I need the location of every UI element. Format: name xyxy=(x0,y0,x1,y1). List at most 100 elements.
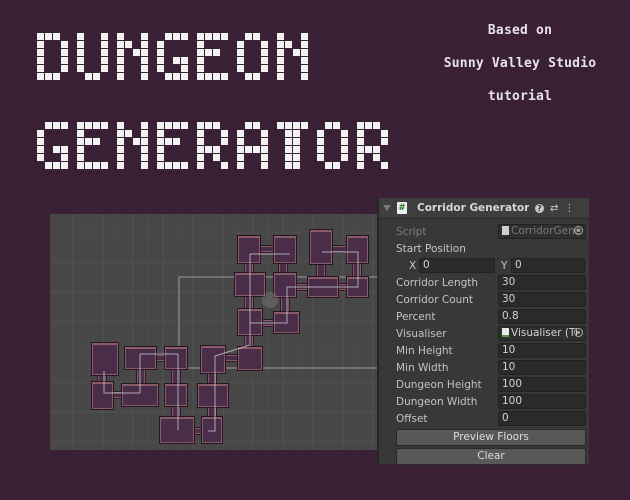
title-letter-d xyxy=(37,33,68,80)
field-row: Dungeon Height 100 xyxy=(379,376,589,393)
title-pixel xyxy=(181,33,188,40)
title-pixel xyxy=(45,122,52,129)
field-row: Min Height 10 xyxy=(379,342,589,359)
title-pixel xyxy=(37,130,44,137)
title-pixel xyxy=(277,73,284,80)
subtitle-line-3: tutorial xyxy=(487,89,553,104)
title-pixel xyxy=(237,138,244,145)
title-pixel xyxy=(213,73,220,80)
title-pixel xyxy=(77,33,84,40)
start-y-input[interactable]: 0 xyxy=(511,258,585,273)
title-pixel xyxy=(181,65,188,72)
title-pixel xyxy=(261,65,268,72)
title-pixel xyxy=(77,130,84,137)
title-pixel xyxy=(197,130,204,137)
title-pixel xyxy=(85,162,92,169)
min-height-input[interactable]: 10 xyxy=(498,343,586,358)
title-pixel xyxy=(53,122,60,129)
title-pixel xyxy=(237,49,244,56)
dungeon-width-input[interactable]: 100 xyxy=(498,394,586,409)
room-floor xyxy=(166,349,186,368)
object-picker-icon[interactable] xyxy=(574,226,583,235)
title-pixel xyxy=(285,154,292,161)
title-pixel xyxy=(141,33,148,40)
title-pixel xyxy=(181,122,188,129)
help-icon[interactable]: ? xyxy=(535,203,544,213)
min-width-input[interactable]: 10 xyxy=(498,360,586,375)
object-picker-icon[interactable] xyxy=(574,328,583,337)
title-pixel xyxy=(77,146,84,153)
title-pixel xyxy=(141,122,148,129)
title-pixel xyxy=(261,49,268,56)
title-letter-o xyxy=(317,122,348,169)
title-pixel xyxy=(293,154,300,161)
title-pixel xyxy=(317,130,324,137)
title-pixel xyxy=(141,162,148,169)
title-pixel xyxy=(197,138,204,145)
title-pixel xyxy=(357,162,364,169)
title-pixel xyxy=(125,41,132,48)
foldout-arrow-icon[interactable] xyxy=(383,205,391,211)
title-pixel xyxy=(381,162,388,169)
corridor-floor xyxy=(209,408,215,416)
title-pixel xyxy=(101,122,108,129)
title-pixel xyxy=(285,122,292,129)
title-pixel xyxy=(293,122,300,129)
corridor-floor xyxy=(226,356,237,360)
title-pixel xyxy=(117,154,124,161)
title-pixel xyxy=(53,73,60,80)
title-pixel xyxy=(325,122,332,129)
clear-button[interactable]: Clear xyxy=(396,448,586,465)
percent-input[interactable]: 0.8 xyxy=(498,309,586,324)
title-pixel xyxy=(101,65,108,72)
title-pixel xyxy=(157,41,164,48)
script-row: Script CorridorGene xyxy=(379,223,589,240)
title-letter-n xyxy=(277,33,308,80)
room-floor xyxy=(239,349,261,369)
script-value: CorridorGene xyxy=(511,225,582,237)
title-pixel xyxy=(117,146,124,153)
presets-icon[interactable]: ⇄ xyxy=(550,203,558,214)
kebab-menu-icon[interactable]: ⋮ xyxy=(564,203,574,214)
title-pixel xyxy=(205,146,212,153)
title-pixel xyxy=(37,65,44,72)
title-pixel xyxy=(77,122,84,129)
title-pixel xyxy=(133,49,140,56)
title-pixel xyxy=(293,130,300,137)
script-field[interactable]: CorridorGene xyxy=(498,224,586,239)
title-pixel xyxy=(245,33,252,40)
title-pixel xyxy=(77,154,84,161)
script-label: Script xyxy=(396,225,427,238)
visualiser-field[interactable]: Visualiser (Ti xyxy=(498,326,586,341)
field-row: Corridor Length 30 xyxy=(379,274,589,291)
title-pixel xyxy=(301,33,308,40)
offset-input[interactable]: 0 xyxy=(498,411,586,426)
title-pixel xyxy=(197,41,204,48)
title-pixel xyxy=(101,49,108,56)
dungeon-height-input[interactable]: 100 xyxy=(498,377,586,392)
title-pixel xyxy=(285,162,292,169)
field-row: Percent 0.8 xyxy=(379,308,589,325)
corridor-count-input[interactable]: 30 xyxy=(498,292,586,307)
title-pixel xyxy=(205,49,212,56)
title-letter-e xyxy=(157,122,188,169)
title-pixel xyxy=(293,138,300,145)
title-pixel xyxy=(37,41,44,48)
preview-floors-button[interactable]: Preview Floors xyxy=(396,429,586,446)
title-pixel xyxy=(141,73,148,80)
title-pixel xyxy=(173,33,180,40)
scene-view[interactable] xyxy=(50,214,378,450)
corridor-length-input[interactable]: 30 xyxy=(498,275,586,290)
title-pixel xyxy=(77,49,84,56)
title-pixel xyxy=(133,138,140,145)
title-pixel xyxy=(125,130,132,137)
title-pixel xyxy=(61,41,68,48)
title-pixel xyxy=(253,146,260,153)
title-pixel xyxy=(173,73,180,80)
corridor-floor xyxy=(261,247,273,251)
title-pixel xyxy=(85,122,92,129)
start-x-input[interactable]: 0 xyxy=(419,258,495,273)
title-pixel xyxy=(61,57,68,64)
title-pixel xyxy=(277,122,284,129)
title-pixel xyxy=(325,162,332,169)
